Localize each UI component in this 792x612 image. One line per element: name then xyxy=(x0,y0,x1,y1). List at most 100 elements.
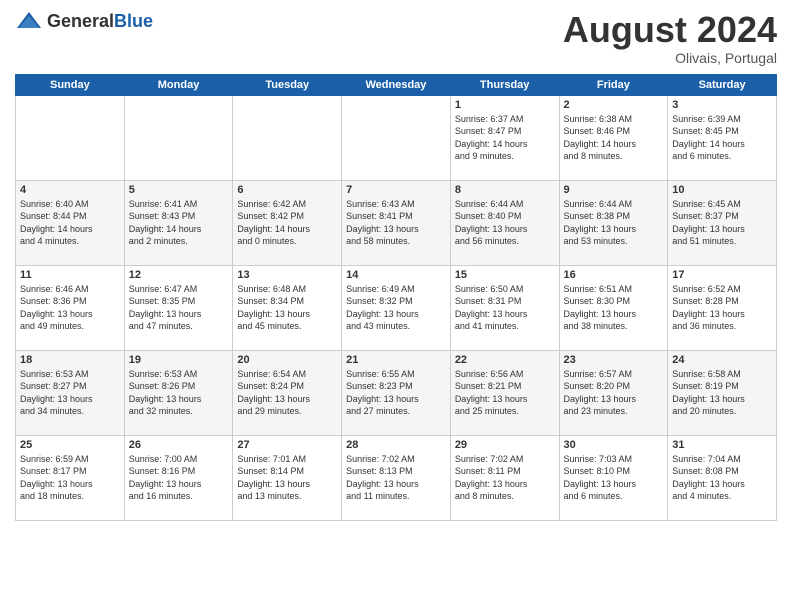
table-row: 7 Sunrise: 6:43 AM Sunset: 8:41 PM Daylig… xyxy=(342,180,451,265)
table-row: 9Sunrise: 6:44 AM Sunset: 8:38 PM Daylig… xyxy=(559,180,668,265)
title-block: August 2024 Olivais, Portugal xyxy=(563,10,777,66)
day-info: Sunrise: 6:38 AM Sunset: 8:46 PM Dayligh… xyxy=(564,113,664,163)
day-info: Sunrise: 7:04 AM Sunset: 8:08 PM Dayligh… xyxy=(672,453,772,503)
day-number: 20 xyxy=(237,354,337,366)
day-info: Sunrise: 6:45 AM Sunset: 8:37 PM Dayligh… xyxy=(672,198,772,248)
day-info: Sunrise: 6:46 AM Sunset: 8:36 PM Dayligh… xyxy=(20,283,120,333)
table-row: 23 Sunrise: 6:57 AM Sunset: 8:20 PM Dayli… xyxy=(559,350,668,435)
day-number: 24 xyxy=(672,354,772,366)
day-info: Sunrise: 6:43 AM Sunset: 8:41 PM Dayligh… xyxy=(346,198,446,248)
day-number: 14 xyxy=(346,269,446,281)
day-info: Sunrise: 6:55 AM Sunset: 8:23 PM Dayligh… xyxy=(346,368,446,418)
table-row: 17 Sunrise: 6:52 AM Sunset: 8:28 PM Dayli… xyxy=(668,265,777,350)
table-row: 10 Sunrise: 6:45 AM Sunset: 8:37 PM Dayli… xyxy=(668,180,777,265)
day-number: 25 xyxy=(20,439,120,451)
table-row: 1 Sunrise: 6:37 AM Sunset: 8:47 PM Daylig… xyxy=(450,95,559,180)
logo-text: GeneralBlue xyxy=(47,11,153,32)
day-number: 19 xyxy=(129,354,229,366)
day-info: Sunrise: 6:52 AM Sunset: 8:28 PM Dayligh… xyxy=(672,283,772,333)
day-number: 7 xyxy=(346,184,446,196)
calendar-week-row: 25 Sunrise: 6:59 AM Sunset: 8:17 PM Dayli… xyxy=(16,435,777,520)
table-row: 13 Sunrise: 6:48 AM Sunset: 8:34 PM Dayli… xyxy=(233,265,342,350)
logo-icon xyxy=(15,10,43,32)
table-row: 16Sunrise: 6:51 AM Sunset: 8:30 PM Dayli… xyxy=(559,265,668,350)
day-number: 6 xyxy=(237,184,337,196)
month-title: August 2024 xyxy=(563,10,777,50)
day-info: Sunrise: 6:44 AM Sunset: 8:38 PM Dayligh… xyxy=(564,198,664,248)
table-row: 30 Sunrise: 7:03 AM Sunset: 8:10 PM Dayli… xyxy=(559,435,668,520)
day-number: 26 xyxy=(129,439,229,451)
day-info: Sunrise: 6:53 AM Sunset: 8:27 PM Dayligh… xyxy=(20,368,120,418)
table-row: 29Sunrise: 7:02 AM Sunset: 8:11 PM Dayli… xyxy=(450,435,559,520)
weekday-header-row: Sunday Monday Tuesday Wednesday Thursday… xyxy=(16,74,777,95)
day-info: Sunrise: 6:49 AM Sunset: 8:32 PM Dayligh… xyxy=(346,283,446,333)
day-info: Sunrise: 7:00 AM Sunset: 8:16 PM Dayligh… xyxy=(129,453,229,503)
header-sunday: Sunday xyxy=(16,74,125,95)
table-row: 18 Sunrise: 6:53 AM Sunset: 8:27 PM Dayli… xyxy=(16,350,125,435)
header-thursday: Thursday xyxy=(450,74,559,95)
table-row: 24Sunrise: 6:58 AM Sunset: 8:19 PM Dayli… xyxy=(668,350,777,435)
table-row: 20 Sunrise: 6:54 AM Sunset: 8:24 PM Dayli… xyxy=(233,350,342,435)
day-number: 30 xyxy=(564,439,664,451)
table-row xyxy=(342,95,451,180)
logo-blue: Blue xyxy=(114,11,153,31)
table-row: 2 Sunrise: 6:38 AM Sunset: 8:46 PM Daylig… xyxy=(559,95,668,180)
day-number: 17 xyxy=(672,269,772,281)
calendar-week-row: 18 Sunrise: 6:53 AM Sunset: 8:27 PM Dayli… xyxy=(16,350,777,435)
day-info: Sunrise: 6:41 AM Sunset: 8:43 PM Dayligh… xyxy=(129,198,229,248)
day-number: 2 xyxy=(564,99,664,111)
location-subtitle: Olivais, Portugal xyxy=(563,50,777,66)
table-row: 11 Sunrise: 6:46 AM Sunset: 8:36 PM Dayli… xyxy=(16,265,125,350)
day-number: 28 xyxy=(346,439,446,451)
calendar-week-row: 4Sunrise: 6:40 AM Sunset: 8:44 PM Daylig… xyxy=(16,180,777,265)
table-row: 19 Sunrise: 6:53 AM Sunset: 8:26 PM Dayli… xyxy=(124,350,233,435)
day-info: Sunrise: 6:53 AM Sunset: 8:26 PM Dayligh… xyxy=(129,368,229,418)
table-row: 8Sunrise: 6:44 AM Sunset: 8:40 PM Daylig… xyxy=(450,180,559,265)
day-info: Sunrise: 6:56 AM Sunset: 8:21 PM Dayligh… xyxy=(455,368,555,418)
day-info: Sunrise: 6:47 AM Sunset: 8:35 PM Dayligh… xyxy=(129,283,229,333)
day-info: Sunrise: 6:54 AM Sunset: 8:24 PM Dayligh… xyxy=(237,368,337,418)
header: GeneralBlue August 2024 Olivais, Portuga… xyxy=(15,10,777,66)
table-row: 21 Sunrise: 6:55 AM Sunset: 8:23 PM Dayli… xyxy=(342,350,451,435)
day-info: Sunrise: 6:37 AM Sunset: 8:47 PM Dayligh… xyxy=(455,113,555,163)
calendar-page: GeneralBlue August 2024 Olivais, Portuga… xyxy=(0,0,792,612)
day-info: Sunrise: 6:57 AM Sunset: 8:20 PM Dayligh… xyxy=(564,368,664,418)
table-row: 26 Sunrise: 7:00 AM Sunset: 8:16 PM Dayli… xyxy=(124,435,233,520)
day-info: Sunrise: 6:40 AM Sunset: 8:44 PM Dayligh… xyxy=(20,198,120,248)
logo-general: General xyxy=(47,11,114,31)
day-info: Sunrise: 6:59 AM Sunset: 8:17 PM Dayligh… xyxy=(20,453,120,503)
day-info: Sunrise: 7:02 AM Sunset: 8:13 PM Dayligh… xyxy=(346,453,446,503)
day-info: Sunrise: 6:44 AM Sunset: 8:40 PM Dayligh… xyxy=(455,198,555,248)
day-info: Sunrise: 7:01 AM Sunset: 8:14 PM Dayligh… xyxy=(237,453,337,503)
day-number: 27 xyxy=(237,439,337,451)
day-number: 21 xyxy=(346,354,446,366)
table-row xyxy=(124,95,233,180)
table-row: 4Sunrise: 6:40 AM Sunset: 8:44 PM Daylig… xyxy=(16,180,125,265)
day-number: 11 xyxy=(20,269,120,281)
day-info: Sunrise: 6:48 AM Sunset: 8:34 PM Dayligh… xyxy=(237,283,337,333)
day-number: 29 xyxy=(455,439,555,451)
header-friday: Friday xyxy=(559,74,668,95)
calendar-week-row: 1 Sunrise: 6:37 AM Sunset: 8:47 PM Daylig… xyxy=(16,95,777,180)
day-number: 13 xyxy=(237,269,337,281)
day-number: 18 xyxy=(20,354,120,366)
day-number: 23 xyxy=(564,354,664,366)
day-number: 22 xyxy=(455,354,555,366)
logo: GeneralBlue xyxy=(15,10,153,32)
calendar-table: Sunday Monday Tuesday Wednesday Thursday… xyxy=(15,74,777,521)
day-number: 1 xyxy=(455,99,555,111)
header-monday: Monday xyxy=(124,74,233,95)
table-row: 5Sunrise: 6:41 AM Sunset: 8:43 PM Daylig… xyxy=(124,180,233,265)
day-info: Sunrise: 7:03 AM Sunset: 8:10 PM Dayligh… xyxy=(564,453,664,503)
calendar-week-row: 11 Sunrise: 6:46 AM Sunset: 8:36 PM Dayli… xyxy=(16,265,777,350)
table-row: 22 Sunrise: 6:56 AM Sunset: 8:21 PM Dayli… xyxy=(450,350,559,435)
header-saturday: Saturday xyxy=(668,74,777,95)
table-row: 14 Sunrise: 6:49 AM Sunset: 8:32 PM Dayli… xyxy=(342,265,451,350)
table-row: 3 Sunrise: 6:39 AM Sunset: 8:45 PM Daylig… xyxy=(668,95,777,180)
day-number: 3 xyxy=(672,99,772,111)
day-info: Sunrise: 6:39 AM Sunset: 8:45 PM Dayligh… xyxy=(672,113,772,163)
table-row: 6Sunrise: 6:42 AM Sunset: 8:42 PM Daylig… xyxy=(233,180,342,265)
table-row: 25 Sunrise: 6:59 AM Sunset: 8:17 PM Dayli… xyxy=(16,435,125,520)
day-number: 10 xyxy=(672,184,772,196)
day-number: 12 xyxy=(129,269,229,281)
